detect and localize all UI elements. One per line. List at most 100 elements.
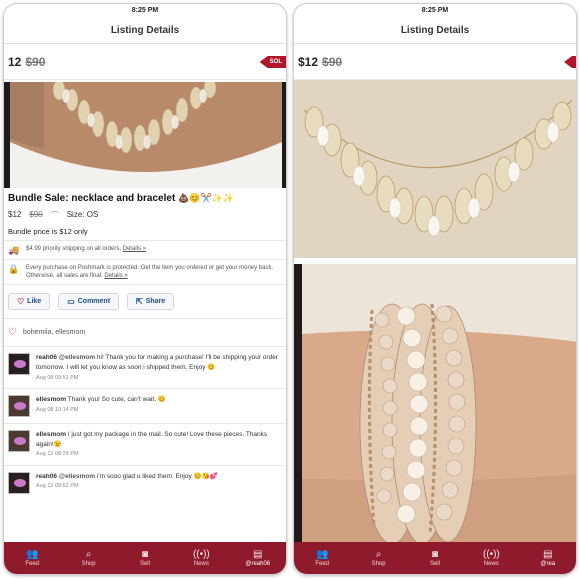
bracelet-photo bbox=[294, 264, 576, 546]
comment-date: Aug 08 09:51 PM bbox=[36, 374, 79, 381]
page-title: Listing Details bbox=[294, 18, 576, 44]
price-bar: $12 $90 bbox=[294, 44, 576, 80]
camera-icon: ◙ bbox=[141, 549, 148, 560]
comment-date: Aug 08 10:14 PM bbox=[36, 406, 79, 413]
shipping-info: 🚚 $4.99 priority shipping on all orders.… bbox=[4, 241, 286, 260]
tab-sell-label: Sell bbox=[429, 561, 440, 567]
lock-icon: 🔒 bbox=[8, 264, 20, 274]
tab-feed[interactable]: 👥 Feed bbox=[6, 549, 58, 567]
phone-screenshot-right: 8:25 PM Listing Details $12 $90 👥 Feed ⌕… bbox=[293, 3, 577, 575]
comment-user[interactable]: reah06 bbox=[36, 354, 57, 361]
necklace-photo bbox=[4, 82, 286, 188]
id-card-icon: ▤ bbox=[543, 549, 553, 560]
comment-date: Aug 12 08:29 PM bbox=[36, 451, 79, 458]
people-icon: 👥 bbox=[25, 549, 39, 560]
price-current: 12 bbox=[8, 54, 22, 69]
tab-shop[interactable]: ⌕ Shop bbox=[353, 549, 405, 567]
hanger-icon: ⌒ bbox=[50, 211, 59, 220]
id-card-icon: ▤ bbox=[253, 549, 263, 560]
speech-bubble-icon: ▭ bbox=[67, 297, 75, 307]
phone-screenshot-left: 8:25 PM Listing Details 12 $90 SOL Bundl… bbox=[3, 3, 287, 575]
listing-size: Size: OS bbox=[66, 210, 99, 219]
tab-news-label: News bbox=[193, 561, 209, 567]
listing-meta: $12 $90 ⌒ Size: OS bbox=[4, 206, 286, 225]
listing-photo-necklace[interactable] bbox=[4, 82, 286, 188]
search-icon: ⌕ bbox=[85, 549, 92, 560]
truck-icon: 🚚 bbox=[8, 245, 20, 255]
listing-title-emoji: 💩😊✂️✨✨ bbox=[178, 193, 235, 203]
tab-news-label: News bbox=[483, 561, 499, 567]
avatar[interactable] bbox=[8, 353, 30, 376]
price-current: $12 bbox=[298, 54, 319, 69]
comment-user[interactable]: reah06 bbox=[36, 473, 57, 480]
tab-shop-label: Shop bbox=[81, 561, 96, 567]
comment-item: ellesmom Thank you! So cute, can't wait.… bbox=[4, 389, 286, 424]
tab-news[interactable]: ((•)) News bbox=[175, 549, 227, 567]
tab-feed-label: Feed bbox=[25, 561, 40, 567]
like-label: Like bbox=[27, 298, 42, 306]
camera-icon: ◙ bbox=[431, 549, 438, 560]
share-icon: ⇱ bbox=[136, 297, 143, 307]
search-icon: ⌕ bbox=[375, 549, 382, 560]
comment-text: I just got my package in the mail. So cu… bbox=[36, 430, 268, 448]
comment-button[interactable]: ▭ Comment bbox=[58, 293, 120, 311]
comment-mention[interactable]: @ellesmom bbox=[59, 473, 95, 480]
tab-sell-label: Sell bbox=[139, 561, 150, 567]
avatar[interactable] bbox=[8, 471, 30, 494]
protection-details-link[interactable]: Details » bbox=[104, 273, 127, 279]
collage: 8:25 PM Listing Details 12 $90 SOL Bundl… bbox=[0, 0, 580, 580]
listing-photo-necklace-closeup[interactable] bbox=[294, 80, 576, 258]
listing-photo-bracelet[interactable] bbox=[294, 264, 576, 546]
likes-hearts-icon: ♡ bbox=[8, 327, 17, 339]
price-bar: 12 $90 SOL bbox=[4, 44, 286, 80]
page-title: Listing Details bbox=[4, 18, 286, 44]
listing-price: $12 bbox=[8, 210, 22, 219]
protection-info: 🔒 Every purchase on Poshmark is protecte… bbox=[4, 260, 286, 286]
avatar[interactable] bbox=[8, 429, 30, 452]
tab-bar: 👥 Feed ⌕ Shop ◙ Sell ((•)) News ▤ @reah06 bbox=[4, 542, 286, 574]
listing-title: Bundle Sale: necklace and bracelet 💩😊✂️✨… bbox=[4, 188, 286, 206]
listing-title-text: Bundle Sale: necklace and bracelet bbox=[8, 193, 176, 204]
heart-icon: ♡ bbox=[17, 297, 25, 307]
comment-text: Thank you! So cute, can't wait. 😊 bbox=[67, 395, 166, 403]
broadcast-icon: ((•)) bbox=[192, 549, 210, 560]
share-button[interactable]: ⇱ Share bbox=[127, 293, 175, 311]
tab-me[interactable]: ▤ @rea bbox=[522, 549, 574, 567]
status-bar-time: 8:25 PM bbox=[131, 7, 159, 14]
comment-label: Comment bbox=[77, 298, 111, 306]
comment-user[interactable]: ellesmom bbox=[36, 396, 66, 403]
tab-feed[interactable]: 👥 Feed bbox=[296, 549, 348, 567]
listing-description: Bundle price is $12 only bbox=[4, 225, 286, 241]
tab-bar: 👥 Feed ⌕ Shop ◙ Sell ((•)) News ▤ @rea bbox=[294, 542, 576, 574]
comment-item: reah06 @ellesmom hi! Thank you for makin… bbox=[4, 347, 286, 389]
protection-text: Every purchase on Poshmark is protected.… bbox=[26, 265, 274, 280]
shipping-text: $4.99 priority shipping on all orders. bbox=[26, 246, 122, 252]
tab-feed-label: Feed bbox=[315, 561, 330, 567]
tab-news[interactable]: ((•)) News bbox=[465, 549, 517, 567]
comment-mention[interactable]: @ellesmom bbox=[59, 354, 95, 361]
avatar[interactable] bbox=[8, 394, 30, 417]
status-bar-time: 8:25 PM bbox=[421, 7, 449, 14]
tab-shop-label: Shop bbox=[371, 561, 386, 567]
share-label: Share bbox=[145, 298, 166, 306]
comment-item: reah06 @ellesmom i'm sooo glad u liked t… bbox=[4, 466, 286, 500]
sold-ribbon: SOL bbox=[259, 56, 286, 68]
action-buttons: ♡ Like ▭ Comment ⇱ Share bbox=[4, 285, 286, 320]
tab-shop[interactable]: ⌕ Shop bbox=[63, 549, 115, 567]
broadcast-icon: ((•)) bbox=[482, 549, 500, 560]
comment-item: ellesmom I just got my package in the ma… bbox=[4, 424, 286, 466]
shipping-details-link[interactable]: Details » bbox=[123, 246, 146, 252]
price-original: $90 bbox=[25, 54, 46, 69]
price-original: $90 bbox=[322, 54, 343, 69]
listing-original-price: $90 bbox=[29, 210, 43, 219]
tab-me[interactable]: ▤ @reah06 bbox=[232, 549, 284, 567]
like-button[interactable]: ♡ Like bbox=[8, 293, 51, 311]
tab-sell[interactable]: ◙ Sell bbox=[119, 549, 171, 567]
comment-user[interactable]: ellesmom bbox=[36, 431, 66, 438]
tab-sell[interactable]: ◙ Sell bbox=[409, 549, 461, 567]
comment-date: Aug 12 09:52 PM bbox=[36, 483, 79, 490]
people-icon: 👥 bbox=[315, 549, 329, 560]
likers-names: bohemiia, ellesmom bbox=[22, 329, 86, 337]
likers-row[interactable]: ♡ bohemiia, ellesmom bbox=[4, 319, 286, 348]
tab-me-label: @reah06 bbox=[245, 561, 271, 567]
